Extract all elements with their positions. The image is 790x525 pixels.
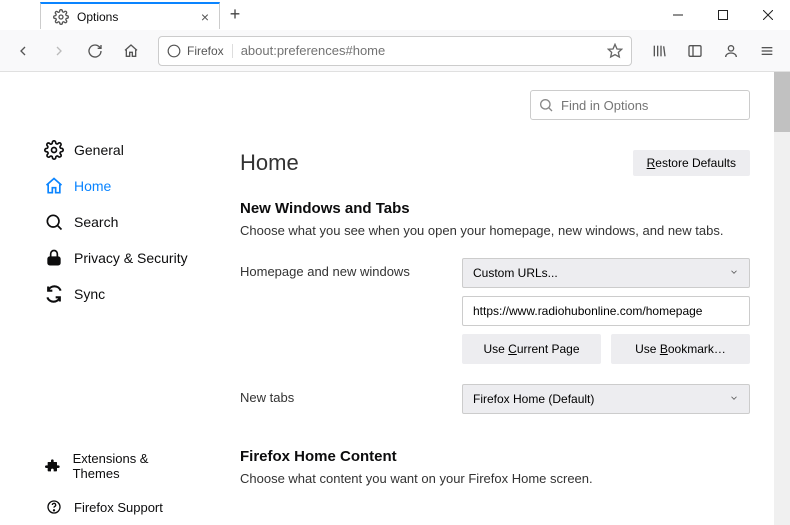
sidebar-item-label: Firefox Support [74,500,163,515]
url-bar[interactable]: Firefox about:preferences#home [158,36,632,66]
vertical-scrollbar[interactable] [774,72,790,525]
sidebar-item-label: Search [74,214,118,230]
scrollbar-thumb[interactable] [774,72,790,132]
input-value: https://www.radiohubonline.com/homepage [473,304,702,318]
home-button[interactable] [116,36,146,66]
sidebar-button[interactable] [680,36,710,66]
sidebar-item-support[interactable]: Firefox Support [0,489,210,525]
puzzle-icon [44,456,63,476]
section-desc-home-content: Choose what content you want on your Fir… [240,471,750,486]
reload-button[interactable] [80,36,110,66]
help-icon [44,497,64,517]
sidebar-item-label: Extensions & Themes [73,451,190,481]
sidebar-item-privacy[interactable]: Privacy & Security [0,240,210,276]
url-text: about:preferences#home [241,43,599,58]
sidebar-bottom: Extensions & Themes Firefox Support [0,443,210,525]
new-tab-button[interactable]: + [220,0,250,29]
window-titlebar: Options × + [0,0,790,30]
content-area: General Home Search Privacy & Security S… [0,72,790,525]
bookmark-star-icon[interactable] [607,43,623,59]
section-heading-home-content: Firefox Home Content [240,448,750,465]
browser-navbar: Firefox about:preferences#home [0,30,790,72]
sidebar-item-label: General [74,142,124,158]
section-heading-new-windows: New Windows and Tabs [240,200,750,217]
sidebar-item-label: Privacy & Security [74,250,188,266]
search-icon [538,97,554,118]
maximize-button[interactable] [700,0,745,29]
find-in-options-input[interactable] [530,90,750,120]
sidebar-item-general[interactable]: General [0,132,210,168]
menu-button[interactable] [752,36,782,66]
use-current-page-button[interactable]: Use Current Page [462,334,601,364]
select-value: Firefox Home (Default) [473,392,594,406]
find-in-options [530,90,750,120]
sidebar-item-home[interactable]: Home [0,168,210,204]
chevron-down-icon [729,266,739,280]
close-window-button[interactable] [745,0,790,29]
newtabs-label: New tabs [240,384,450,405]
identity-box[interactable]: Firefox [167,44,233,58]
main-panel: Home Restore Defaults New Windows and Ta… [210,72,790,525]
sidebar-item-extensions[interactable]: Extensions & Themes [0,443,210,489]
homepage-mode-select[interactable]: Custom URLs... [462,258,750,288]
sync-icon [44,284,64,304]
gear-icon [53,9,69,25]
minimize-button[interactable] [655,0,700,29]
page-title: Home [240,150,299,176]
use-bookmark-button[interactable]: Use Bookmark… [611,334,750,364]
homepage-label: Homepage and new windows [240,258,450,279]
forward-button[interactable] [44,36,74,66]
sidebar-item-label: Sync [74,286,105,302]
newtabs-mode-select[interactable]: Firefox Home (Default) [462,384,750,414]
sidebar-item-sync[interactable]: Sync [0,276,210,312]
account-button[interactable] [716,36,746,66]
browser-tab-options[interactable]: Options × [40,2,220,29]
restore-defaults-button[interactable]: Restore Defaults [633,150,750,176]
lock-icon [44,248,64,268]
close-tab-icon[interactable]: × [201,9,209,25]
sidebar-item-search[interactable]: Search [0,204,210,240]
chevron-down-icon [729,392,739,406]
sidebar-item-label: Home [74,178,111,194]
window-controls [655,0,790,29]
home-icon [44,176,64,196]
gear-icon [44,140,64,160]
homepage-url-input[interactable]: https://www.radiohubonline.com/homepage [462,296,750,326]
select-value: Custom URLs... [473,266,558,280]
search-icon [44,212,64,232]
tab-label: Options [77,10,193,24]
library-button[interactable] [644,36,674,66]
back-button[interactable] [8,36,38,66]
preferences-sidebar: General Home Search Privacy & Security S… [0,72,210,525]
firefox-logo-icon [167,44,181,58]
identity-label: Firefox [187,44,224,58]
section-desc-new-windows: Choose what you see when you open your h… [240,223,750,238]
